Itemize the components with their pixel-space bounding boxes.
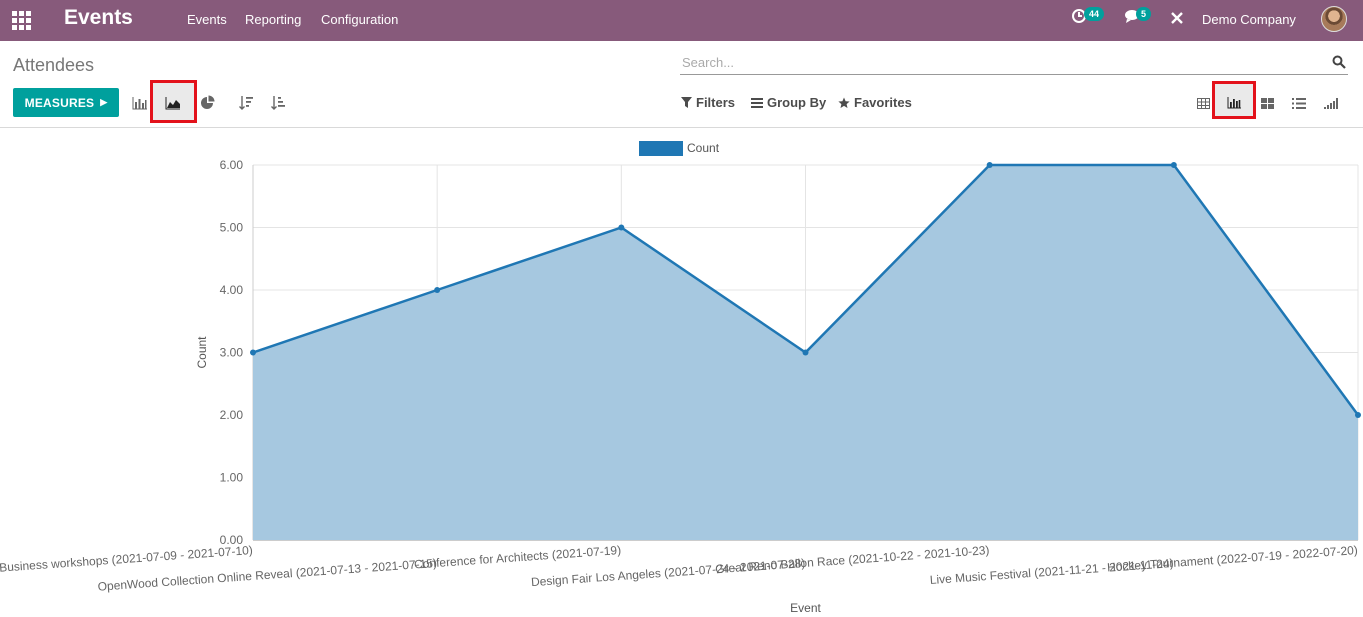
data-point (1355, 412, 1361, 418)
activity-view-icon (1292, 97, 1306, 109)
search-input[interactable] (682, 55, 1322, 70)
pie-chart-icon (201, 95, 215, 109)
activity-count-badge: 44 (1084, 7, 1105, 21)
list-view-button[interactable] (1193, 93, 1213, 113)
data-point (434, 287, 441, 293)
legend-label-count: Count (687, 141, 720, 155)
y-tick-label: 3.00 (220, 346, 244, 360)
activity-view-button[interactable] (1289, 93, 1309, 113)
group-by-button[interactable]: Group By (751, 95, 826, 110)
favorites-label: Favorites (854, 95, 912, 110)
user-avatar[interactable] (1321, 6, 1347, 32)
bar-chart-icon (132, 97, 147, 110)
apps-menu-icon[interactable] (12, 11, 32, 30)
company-switcher[interactable]: Demo Company (1202, 12, 1296, 27)
x-tick-label: Conference for Architects (2021-07-19) (414, 543, 622, 571)
sort-descending-button[interactable] (236, 93, 256, 113)
sort-ascending-icon (271, 96, 285, 110)
menu-reporting[interactable]: Reporting (245, 12, 301, 27)
y-axis-title: Count (195, 336, 209, 369)
area-chart: 0.001.002.003.004.005.006.00Business wor… (0, 141, 1361, 615)
bar-chart-mode-button[interactable] (130, 93, 150, 113)
top-navbar: Events Events Reporting Configuration 44… (0, 0, 1363, 41)
x-tick-label: Hockey Tournament (2022-07-19 - 2022-07-… (1107, 543, 1359, 574)
y-tick-label: 5.00 (220, 221, 244, 235)
favorites-button[interactable]: Favorites (838, 95, 912, 110)
kanban-view-icon (1260, 97, 1274, 109)
breadcrumb-title: Attendees (13, 55, 95, 75)
line-chart-mode-button[interactable] (163, 93, 183, 113)
data-point (986, 162, 993, 168)
sort-ascending-button[interactable] (268, 93, 288, 113)
menu-events[interactable]: Events (187, 12, 227, 27)
star-icon (838, 97, 850, 108)
legend-swatch-count (639, 141, 683, 156)
control-panel: Attendees MEASURES ▶ Filters Group By Fa… (0, 41, 1363, 128)
search-bar (680, 53, 1348, 75)
cohort-view-icon (1324, 97, 1338, 109)
kanban-view-button[interactable] (1257, 93, 1277, 113)
x-axis-title: Event (790, 601, 821, 615)
sort-descending-icon (239, 96, 253, 110)
line-chart-icon (165, 97, 180, 110)
y-tick-label: 4.00 (220, 283, 244, 297)
caret-right-icon: ▶ (100, 97, 108, 107)
data-point (1170, 162, 1177, 168)
x-tick-label: Business workshops (2021-07-09 - 2021-07… (0, 543, 253, 575)
data-point (802, 349, 809, 356)
y-tick-label: 1.00 (220, 471, 244, 485)
group-by-label: Group By (767, 95, 827, 110)
filters-label: Filters (696, 95, 736, 110)
y-tick-label: 2.00 (220, 408, 244, 422)
group-by-icon (751, 97, 763, 108)
y-tick-label: 6.00 (220, 158, 244, 172)
graph-view-icon (1227, 97, 1241, 109)
data-point (250, 349, 256, 356)
filter-icon (681, 97, 692, 108)
filters-button[interactable]: Filters (681, 95, 735, 110)
pie-chart-mode-button[interactable] (197, 93, 217, 113)
cohort-view-button[interactable] (1321, 93, 1341, 113)
menu-configuration[interactable]: Configuration (321, 12, 398, 27)
data-point (618, 224, 625, 231)
list-view-icon (1196, 97, 1210, 109)
measures-button[interactable]: MEASURES ▶ (13, 88, 119, 117)
measures-label: MEASURES (24, 95, 95, 110)
graph-view-button[interactable] (1224, 93, 1244, 113)
search-icon[interactable] (1332, 55, 1346, 69)
app-name[interactable]: Events (64, 6, 133, 30)
debug-tools-icon[interactable] (1170, 11, 1184, 29)
message-count-badge: 5 (1136, 7, 1152, 21)
